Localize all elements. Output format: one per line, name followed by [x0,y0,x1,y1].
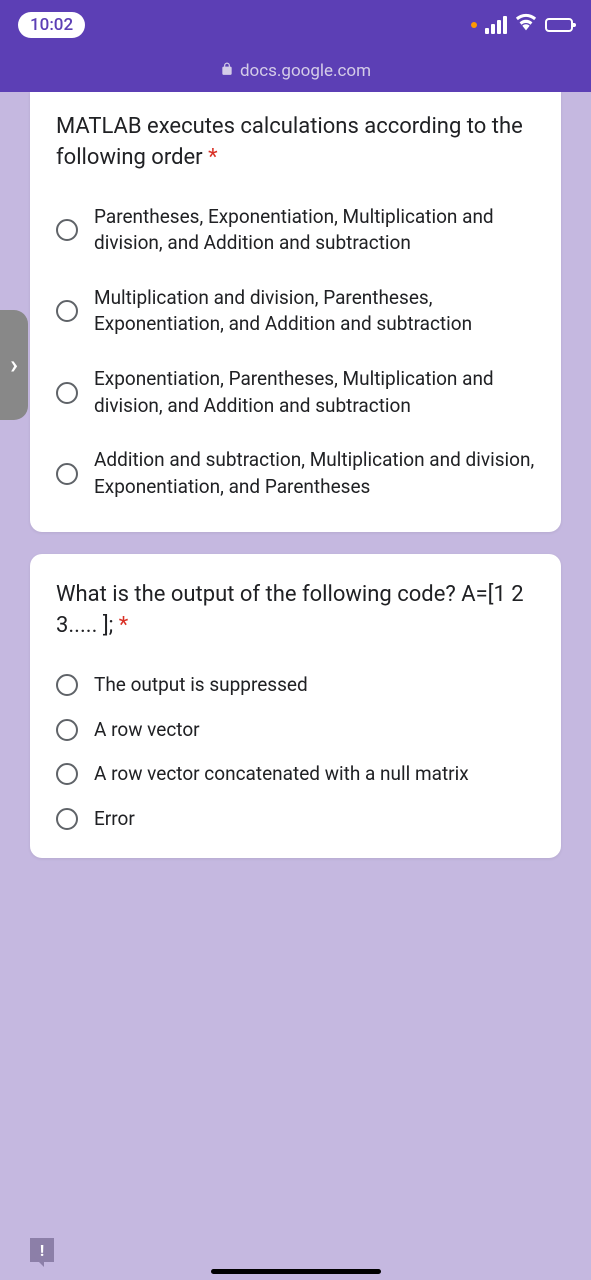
q1-option-3[interactable]: Exponentiation, Parentheses, Multiplicat… [56,366,535,419]
q2-option-3[interactable]: A row vector concatenated with a null ma… [56,761,535,788]
question-card-2: What is the output of the following code… [30,554,561,858]
question-card-1: MATLAB executes calculations according t… [30,92,561,532]
q1-option-2[interactable]: Multiplication and division, Parentheses… [56,285,535,338]
cellular-signal-icon [485,16,507,34]
option-label: Multiplication and division, Parentheses… [94,285,535,338]
q2-option-4[interactable]: Error [56,806,535,833]
form-content: MATLAB executes calculations according t… [0,92,591,880]
option-label: Error [94,806,135,833]
question-2-text: What is the output of the following code… [56,580,535,642]
status-bar: 10:02 [0,0,591,50]
required-asterisk: * [208,145,217,170]
browser-url-bar[interactable]: docs.google.com [0,50,591,92]
status-icons [471,12,573,38]
side-handle[interactable]: › [0,310,28,420]
radio-icon [56,219,78,241]
feedback-button[interactable]: ! [30,1238,54,1262]
option-label: Exponentiation, Parentheses, Multiplicat… [94,366,535,419]
required-asterisk: * [119,613,128,638]
option-label: Parentheses, Exponentiation, Multiplicat… [94,204,535,257]
radio-icon [56,719,78,741]
lock-icon [220,61,234,81]
q2-option-2[interactable]: A row vector [56,717,535,744]
question-1-text: MATLAB executes calculations according t… [56,112,535,174]
wifi-icon [515,12,537,38]
radio-icon [56,763,78,785]
radio-icon [56,382,78,404]
q2-option-1[interactable]: The output is suppressed [56,672,535,699]
radio-icon [56,674,78,696]
option-label: The output is suppressed [94,672,308,699]
option-label: A row vector [94,717,200,744]
radio-icon [56,463,78,485]
battery-icon [545,18,573,32]
recording-dot-icon [471,22,477,28]
radio-icon [56,808,78,830]
radio-icon [56,300,78,322]
url-text: docs.google.com [240,61,371,81]
q1-option-1[interactable]: Parentheses, Exponentiation, Multiplicat… [56,204,535,257]
q1-option-4[interactable]: Addition and subtraction, Multiplication… [56,447,535,500]
option-label: Addition and subtraction, Multiplication… [94,447,535,500]
status-time: 10:02 [18,12,85,38]
exclamation-icon: ! [40,1241,44,1260]
home-indicator[interactable] [211,1269,381,1274]
option-label: A row vector concatenated with a null ma… [94,761,469,788]
chevron-right-icon: › [10,350,18,380]
